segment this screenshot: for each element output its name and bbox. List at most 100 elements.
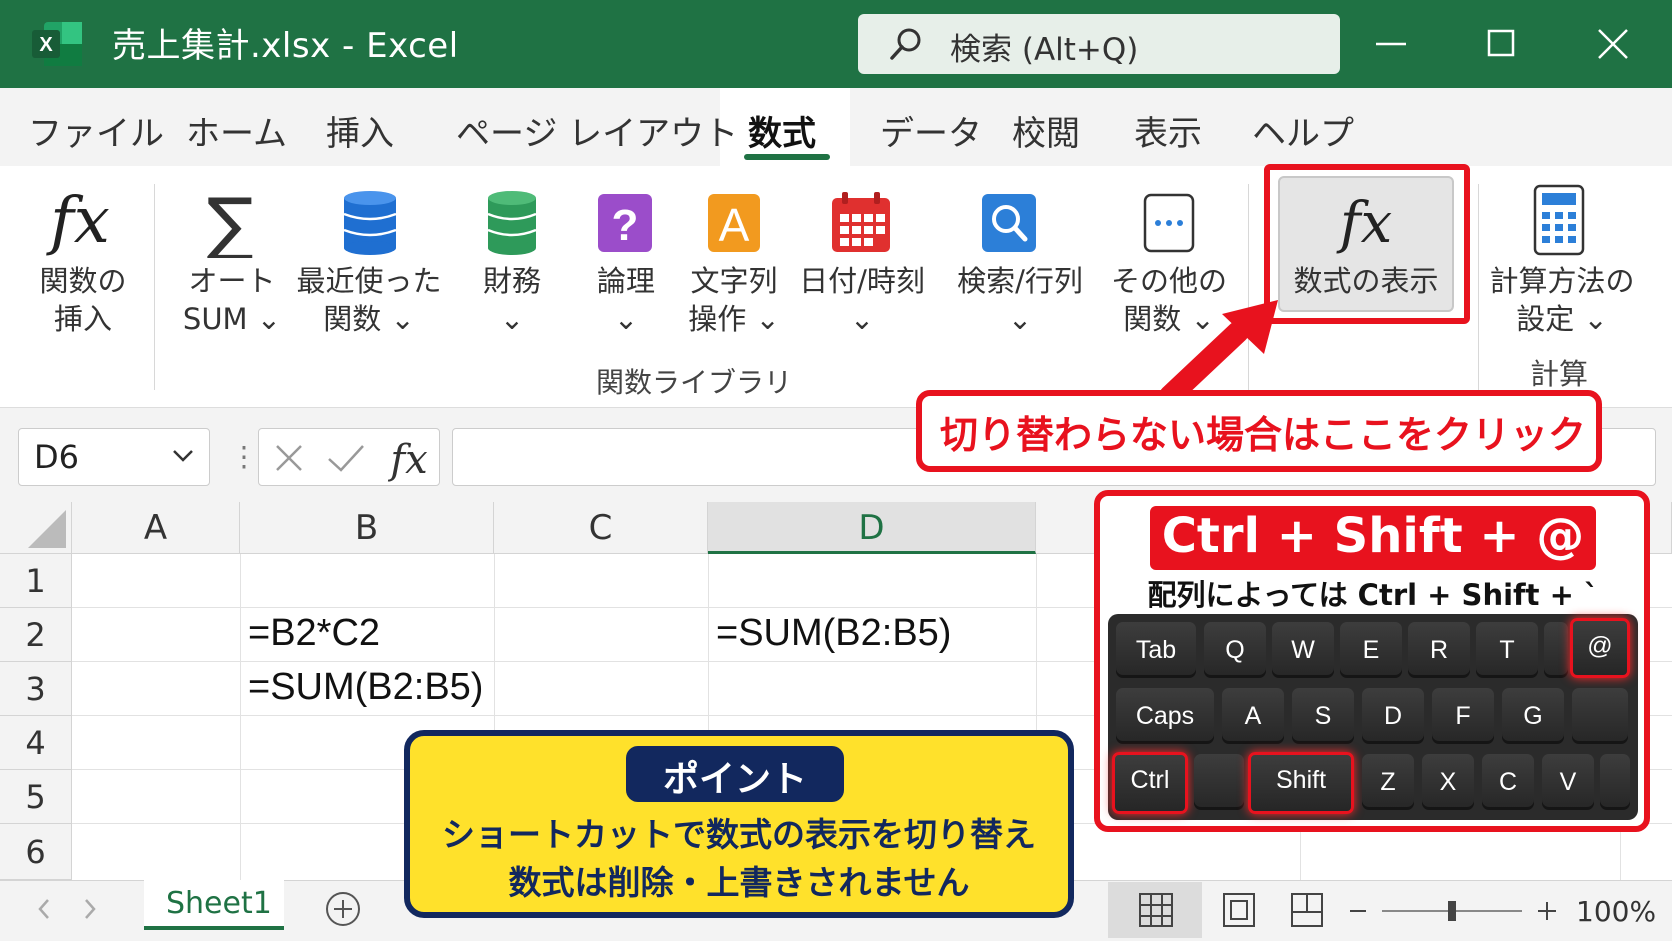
logical-label-2[interactable]: ⌄ bbox=[574, 300, 678, 338]
lookup-label-2[interactable]: ⌄ bbox=[950, 300, 1090, 338]
tab-insert[interactable]: 挿入 bbox=[326, 106, 394, 155]
logical-label-1[interactable]: 論理 bbox=[574, 262, 678, 300]
key-c: C bbox=[1482, 754, 1534, 810]
minimize-button[interactable] bbox=[1366, 20, 1416, 68]
key-ctrl: Ctrl bbox=[1112, 752, 1188, 814]
row-header-5[interactable]: 5 bbox=[0, 770, 72, 824]
key-blank bbox=[1544, 622, 1568, 678]
search-icon bbox=[888, 26, 924, 62]
financial-icon[interactable] bbox=[484, 190, 540, 256]
insert-function-icon[interactable]: fx bbox=[40, 172, 120, 258]
text-functions-label-2[interactable]: 操作 ⌄ bbox=[678, 300, 790, 338]
calculator-icon[interactable] bbox=[1532, 184, 1586, 256]
point-text-line-1: ショートカットで数式の表示を切り替え bbox=[442, 815, 1036, 854]
recently-used-label-2[interactable]: 関数 ⌄ bbox=[296, 300, 442, 338]
calc-options-label-2[interactable]: 設定 ⌄ bbox=[1488, 300, 1636, 338]
autosum-label-1[interactable]: オート bbox=[180, 262, 284, 300]
point-text-line-2: 数式は削除・上書きされません bbox=[508, 863, 970, 902]
row-header-3[interactable]: 3 bbox=[0, 662, 72, 716]
insert-function-label-1[interactable]: 関数の bbox=[28, 262, 138, 300]
cell-b3[interactable]: =SUM(B2:B5) bbox=[248, 666, 483, 709]
key-x: X bbox=[1422, 754, 1474, 810]
lookup-label-1[interactable]: 検索/行列 bbox=[950, 262, 1090, 300]
tab-view[interactable]: 表示 bbox=[1134, 106, 1202, 155]
more-functions-icon[interactable] bbox=[1142, 192, 1196, 254]
cancel-icon bbox=[276, 445, 302, 471]
recently-used-label-1[interactable]: 最近使った bbox=[296, 262, 442, 300]
close-button[interactable] bbox=[1588, 20, 1638, 68]
cell-b2[interactable]: =B2*C2 bbox=[248, 612, 380, 655]
key-a: A bbox=[1222, 688, 1284, 744]
normal-view-icon[interactable] bbox=[1138, 892, 1174, 928]
tab-data[interactable]: データ bbox=[880, 106, 982, 155]
column-header-a[interactable]: A bbox=[72, 502, 240, 554]
lookup-icon[interactable] bbox=[980, 192, 1038, 254]
autosum-label-2[interactable]: SUM ⌄ bbox=[180, 300, 284, 338]
key-r: R bbox=[1408, 622, 1470, 678]
formula-bar-buttons: fx bbox=[258, 428, 440, 486]
key-shift: Shift bbox=[1248, 752, 1354, 814]
tab-review[interactable]: 校閲 bbox=[1012, 106, 1080, 155]
search-placeholder[interactable]: 検索 (Alt+Q) bbox=[950, 24, 1138, 69]
key-tab: Tab bbox=[1116, 622, 1196, 678]
grid-line bbox=[240, 554, 241, 880]
financial-label-1[interactable]: 財務 bbox=[460, 262, 564, 300]
key-blank bbox=[1600, 754, 1630, 810]
more-functions-label-1[interactable]: その他の bbox=[1102, 262, 1236, 300]
svg-text:X: X bbox=[39, 34, 53, 56]
key-caps: Caps bbox=[1116, 688, 1214, 744]
svg-text:fx: fx bbox=[46, 184, 110, 258]
row-header-1[interactable]: 1 bbox=[0, 554, 72, 608]
autosum-icon[interactable]: ∑ bbox=[198, 183, 262, 265]
calendar-icon[interactable] bbox=[830, 190, 892, 254]
tab-home[interactable]: ホーム bbox=[186, 106, 287, 155]
name-box-value[interactable]: D6 bbox=[34, 438, 79, 476]
chevron-down-icon[interactable] bbox=[170, 446, 196, 466]
select-all-corner[interactable] bbox=[0, 502, 72, 554]
cell-d2[interactable]: =SUM(B2:B5) bbox=[716, 612, 951, 655]
tab-formulas[interactable]: 数式 bbox=[748, 106, 816, 155]
page-layout-view-icon[interactable] bbox=[1222, 892, 1256, 928]
column-header-b[interactable]: B bbox=[240, 502, 494, 554]
key-q: Q bbox=[1204, 622, 1266, 678]
financial-label-2[interactable]: ⌄ bbox=[460, 300, 564, 338]
column-header-c[interactable]: C bbox=[494, 502, 708, 554]
sheet-nav-arrows-icon[interactable] bbox=[34, 894, 104, 924]
ribbon-separator bbox=[1478, 184, 1479, 390]
tab-file[interactable]: ファイル bbox=[28, 106, 164, 155]
key-at: @ bbox=[1570, 618, 1630, 678]
calc-options-label-1[interactable]: 計算方法の bbox=[1488, 262, 1636, 300]
row-header-6[interactable]: 6 bbox=[0, 824, 72, 880]
key-g: G bbox=[1502, 688, 1564, 744]
window-title: 売上集計.xlsx - Excel bbox=[112, 26, 459, 66]
svg-text:A: A bbox=[719, 199, 750, 251]
callout-text: 切り替わらない場合はここをクリック bbox=[940, 413, 1587, 457]
svg-text:fx: fx bbox=[387, 437, 427, 483]
shortcut-text: Ctrl + Shift + @ bbox=[1161, 508, 1585, 564]
text-functions-label-1[interactable]: 文字列 bbox=[678, 262, 790, 300]
datetime-label-1[interactable]: 日付/時刻 bbox=[796, 262, 928, 300]
function-library-group-label: 関数ライブラリ bbox=[596, 366, 793, 399]
row-header-4[interactable]: 4 bbox=[0, 716, 72, 770]
point-title: ポイント bbox=[662, 759, 807, 800]
maximize-button[interactable] bbox=[1476, 20, 1526, 68]
tab-help[interactable]: ヘルプ bbox=[1252, 106, 1354, 155]
page-break-view-icon[interactable] bbox=[1290, 892, 1324, 928]
formula-bar-grip-icon: ⋮ bbox=[230, 440, 258, 473]
zoom-level[interactable]: 100% bbox=[1576, 895, 1656, 928]
column-header-d[interactable]: D bbox=[708, 502, 1036, 554]
logical-icon[interactable]: ? bbox=[596, 192, 654, 254]
key-blank bbox=[1194, 754, 1244, 810]
tab-page-layout[interactable]: ページ レイアウト bbox=[456, 106, 738, 155]
datetime-label-2[interactable]: ⌄ bbox=[796, 300, 928, 338]
text-functions-icon[interactable]: A bbox=[706, 192, 762, 254]
recently-used-icon[interactable] bbox=[340, 190, 400, 256]
row-header-2[interactable]: 2 bbox=[0, 608, 72, 662]
key-blank bbox=[1572, 688, 1628, 744]
sheet-tab-label[interactable]: Sheet1 bbox=[166, 886, 272, 921]
add-sheet-icon[interactable] bbox=[324, 890, 362, 928]
insert-function-label-2[interactable]: 挿入 bbox=[28, 300, 138, 338]
zoom-slider[interactable] bbox=[1346, 896, 1566, 926]
show-formulas-highlight bbox=[1264, 164, 1470, 324]
key-t: T bbox=[1476, 622, 1538, 678]
